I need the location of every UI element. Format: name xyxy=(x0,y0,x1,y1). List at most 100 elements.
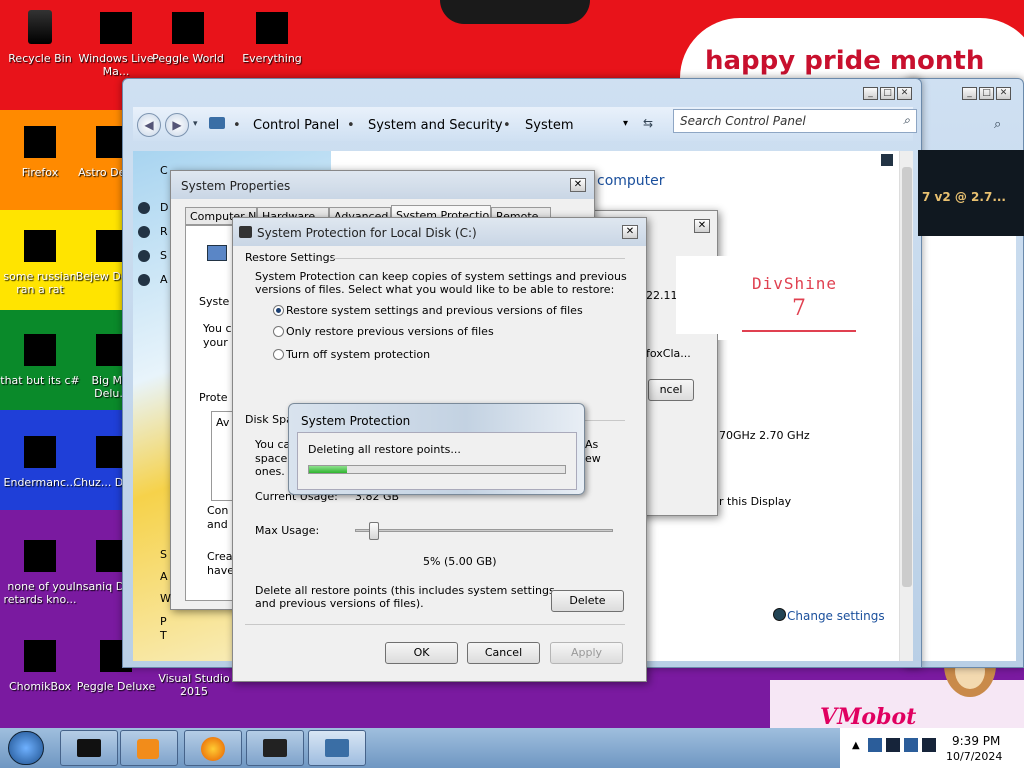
search-input[interactable]: Search Control Panel ⌕ xyxy=(673,109,917,133)
change-settings-link[interactable]: Change settings xyxy=(787,609,885,623)
scrollbar[interactable] xyxy=(899,151,913,661)
disk-icon xyxy=(239,226,252,238)
close-button[interactable]: ✕ xyxy=(897,87,912,100)
taskbar-item-display[interactable] xyxy=(246,730,304,766)
desktop-icon-enderman[interactable]: Endermanc... xyxy=(0,432,80,489)
window-icon xyxy=(881,154,893,166)
taskbar-item-control-panel[interactable] xyxy=(308,730,366,766)
search-icon[interactable]: ⌕ xyxy=(994,117,1001,132)
turn-off-label[interactable]: Turn off system protection xyxy=(286,348,430,361)
pride-banner-text: happy pride month xyxy=(705,46,985,76)
close-button[interactable]: ✕ xyxy=(622,225,638,239)
desktop-icon-peggle-world[interactable]: Peggle World xyxy=(148,8,228,65)
desktop-icon-visual-studio[interactable]: Visual Studio 2015 xyxy=(154,672,234,698)
media-player-icon xyxy=(137,739,159,759)
progress-bar xyxy=(308,465,566,474)
close-button[interactable]: ✕ xyxy=(570,178,586,192)
max-usage-slider[interactable] xyxy=(368,522,379,540)
close-button[interactable]: ✕ xyxy=(694,219,710,233)
tray-icon-c[interactable] xyxy=(904,738,918,752)
max-usage-label: Max Usage: xyxy=(255,524,320,537)
cpu-strip: 7 v2 @ 2.7... xyxy=(918,150,1024,236)
clock-date[interactable]: 10/7/2024 xyxy=(946,750,1002,763)
terminal-icon xyxy=(77,739,101,757)
desktop-icon-recycle-bin[interactable]: Recycle Bin xyxy=(0,8,80,65)
firefox-icon xyxy=(20,122,60,162)
csharp-icon xyxy=(20,330,60,370)
clock-time[interactable]: 9:39 PM xyxy=(952,734,1000,748)
russian-icon xyxy=(20,226,60,266)
refresh-icon[interactable]: ⇆ xyxy=(643,116,653,130)
minimize-button[interactable]: _ xyxy=(863,87,878,100)
address-dropdown-icon[interactable]: ▾ xyxy=(623,118,628,129)
apply-button[interactable]: Apply xyxy=(550,642,623,664)
taskbar-item-terminal[interactable] xyxy=(60,730,118,766)
heading-fragment: computer xyxy=(597,173,665,189)
taskbar-item-media-player[interactable] xyxy=(120,730,178,766)
maximize-button[interactable]: □ xyxy=(979,87,994,100)
firefox-icon xyxy=(201,737,225,761)
desktop-icon-windows-live[interactable]: Windows Live Ma... xyxy=(76,8,156,78)
file-name-2: foxCla... xyxy=(646,347,691,360)
ok-button[interactable]: OK xyxy=(385,642,458,664)
ghz-text: 70GHz 2.70 GHz xyxy=(719,429,810,442)
cancel-button-partial[interactable]: ncel xyxy=(648,379,694,401)
search-icon[interactable]: ⌕ xyxy=(903,113,910,128)
desktop-icon-none[interactable]: none of you retards kno... xyxy=(0,536,80,606)
breadcrumb-system-security[interactable]: System and Security xyxy=(368,118,503,133)
display-icon xyxy=(263,739,287,757)
progress-bar-fill xyxy=(309,466,348,473)
files-only-label[interactable]: Only restore previous versions of files xyxy=(286,325,494,338)
max-usage-track xyxy=(355,529,613,532)
progress-title: System Protection xyxy=(301,414,411,428)
shield-icon xyxy=(138,250,150,262)
restore-all-radio[interactable] xyxy=(273,305,284,316)
desktop-icon-chomikbox[interactable]: ChomikBox xyxy=(0,636,80,693)
shield-icon xyxy=(138,226,150,238)
turn-off-radio[interactable] xyxy=(273,349,284,360)
control-panel-icon xyxy=(209,117,225,129)
tray-icon-a[interactable] xyxy=(868,738,882,752)
peggle-world-icon xyxy=(168,8,208,48)
history-dropdown-icon[interactable]: ▾ xyxy=(193,119,198,129)
desktop-icon-csharp[interactable]: that but its c# xyxy=(0,330,80,387)
task-links: C D R S A S A W P T xyxy=(136,160,171,650)
enderman-icon xyxy=(20,432,60,472)
delete-button[interactable]: Delete xyxy=(551,590,624,612)
start-button[interactable] xyxy=(8,731,44,765)
system-tray: ▲ 9:39 PM 10/7/2024 xyxy=(840,728,1024,768)
shield-icon xyxy=(138,202,150,214)
show-hidden-icons[interactable]: ▲ xyxy=(852,740,860,751)
forward-button[interactable]: ▶ xyxy=(165,113,189,137)
everything-icon xyxy=(252,8,292,48)
breadcrumb-control-panel[interactable]: Control Panel xyxy=(253,118,339,133)
display-text: r this Display xyxy=(719,495,792,508)
back-button[interactable]: ◀ xyxy=(137,113,161,137)
restore-settings-label: Restore Settings xyxy=(245,251,336,264)
windows-live-icon xyxy=(96,8,136,48)
maximize-button[interactable]: □ xyxy=(880,87,895,100)
computer-icon xyxy=(207,245,227,261)
files-only-radio[interactable] xyxy=(273,326,284,337)
control-panel-icon xyxy=(325,739,349,757)
desktop-icon-firefox[interactable]: Firefox xyxy=(0,122,80,179)
shield-icon xyxy=(773,608,786,621)
divshine-banner: DivShine 7 xyxy=(718,262,866,340)
desktop-icon-everything[interactable]: Everything xyxy=(232,8,312,65)
max-usage-value: 5% (5.00 GB) xyxy=(423,555,497,568)
none-icon xyxy=(20,536,60,576)
recycle-bin-icon xyxy=(20,8,60,48)
minimize-button[interactable]: _ xyxy=(962,87,977,100)
shield-icon xyxy=(138,274,150,286)
taskbar-item-firefox[interactable] xyxy=(184,730,242,766)
restore-all-label[interactable]: Restore system settings and previous ver… xyxy=(286,304,583,317)
tray-icon-d[interactable] xyxy=(922,738,936,752)
cancel-button[interactable]: Cancel xyxy=(467,642,540,664)
tray-icon-b[interactable] xyxy=(886,738,900,752)
progress-dialog: System Protection Deleting all restore p… xyxy=(288,403,585,495)
chomikbox-icon xyxy=(20,636,60,676)
desktop-icon-russian[interactable]: some russian ran a rat xyxy=(0,226,80,296)
breadcrumb-system[interactable]: System xyxy=(525,118,573,133)
progress-message: Deleting all restore points... xyxy=(308,443,461,456)
close-button[interactable]: ✕ xyxy=(996,87,1011,100)
